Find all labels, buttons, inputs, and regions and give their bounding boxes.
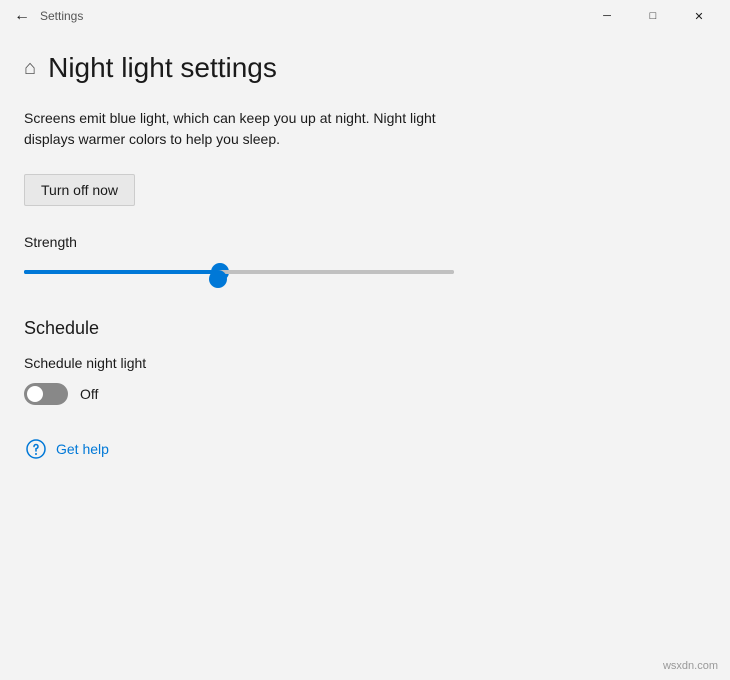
back-icon: ← xyxy=(14,7,30,25)
description-text: Screens emit blue light, which can keep … xyxy=(24,108,484,150)
minimize-icon: ─ xyxy=(603,10,611,22)
titlebar-title: Settings xyxy=(40,9,584,23)
watermark: wsxdn.com xyxy=(663,660,718,672)
main-content: ⌂ Night light settings Screens emit blue… xyxy=(0,32,730,481)
help-icon xyxy=(24,437,48,461)
strength-section: Strength xyxy=(24,234,706,282)
toggle-row: Off xyxy=(24,383,706,405)
get-help-link[interactable]: Get help xyxy=(56,441,109,457)
close-button[interactable]: ✕ xyxy=(676,0,722,32)
minimize-button[interactable]: ─ xyxy=(584,0,630,32)
toggle-track xyxy=(24,383,68,405)
window-controls: ─ □ ✕ xyxy=(584,0,722,32)
back-button[interactable]: ← xyxy=(8,2,36,30)
toggle-status-label: Off xyxy=(80,386,98,402)
schedule-night-light-label: Schedule night light xyxy=(24,355,706,371)
get-help-row[interactable]: Get help xyxy=(24,437,706,461)
turn-off-now-button[interactable]: Turn off now xyxy=(24,174,135,206)
schedule-toggle[interactable] xyxy=(24,383,68,405)
schedule-heading: Schedule xyxy=(24,318,706,339)
page-header: ⌂ Night light settings xyxy=(24,52,706,84)
close-icon: ✕ xyxy=(694,10,703,23)
strength-label: Strength xyxy=(24,234,706,250)
maximize-icon: □ xyxy=(650,10,657,22)
page-title: Night light settings xyxy=(48,52,277,84)
maximize-button[interactable]: □ xyxy=(630,0,676,32)
strength-slider[interactable] xyxy=(24,270,454,274)
strength-slider-container xyxy=(24,262,454,282)
titlebar: ← Settings ─ □ ✕ xyxy=(0,0,730,32)
home-icon: ⌂ xyxy=(24,57,36,80)
toggle-thumb xyxy=(27,386,43,402)
